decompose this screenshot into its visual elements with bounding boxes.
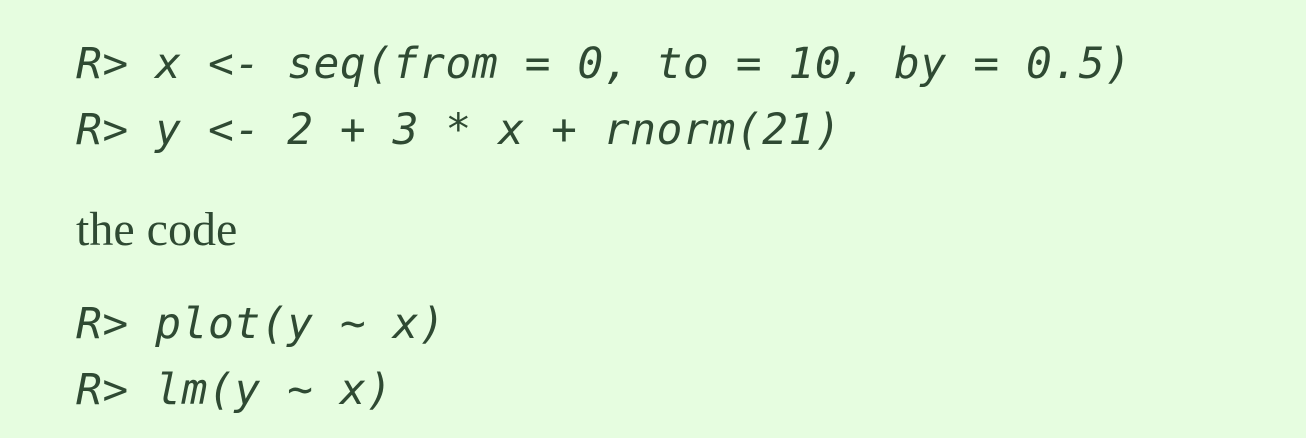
- document-page: R> x <- seq(from = 0, to = 10, by = 0.5)…: [0, 0, 1306, 438]
- code-line-plot: R> plot(y ~ x): [76, 299, 446, 349]
- code-line-rnorm: R> y <- 2 + 3 * x + rnorm(21): [76, 105, 842, 155]
- code-line-seq: R> x <- seq(from = 0, to = 10, by = 0.5): [76, 39, 1132, 89]
- code-line-lm: R> lm(y ~ x): [76, 365, 393, 415]
- prose-text: the code: [76, 203, 238, 256]
